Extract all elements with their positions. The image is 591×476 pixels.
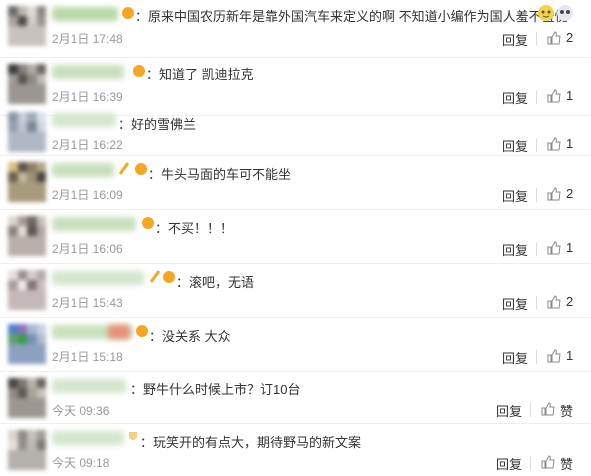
like-label[interactable]: 赞: [560, 454, 573, 473]
username[interactable]: [52, 431, 124, 445]
thumbs-up-icon[interactable]: [547, 31, 561, 45]
embarrassed-emoji-icon: [538, 5, 554, 21]
comment-text: ：没关系 大众: [149, 329, 231, 344]
comment-item: ：玩笑开的有点大，期待野马的新文案 今天 09:18 回复 赞: [0, 424, 591, 476]
comment-text: ：玩笑开的有点大，期待野马的新文案: [140, 435, 362, 450]
avatar[interactable]: [8, 64, 46, 104]
divider: [536, 90, 537, 104]
avatar[interactable]: [8, 378, 46, 418]
reply-button[interactable]: 回复: [502, 240, 528, 259]
comment-date: 今天 09:18: [52, 456, 110, 470]
reply-button[interactable]: 回复: [502, 136, 528, 155]
like-count[interactable]: 2: [566, 30, 573, 45]
divider: [536, 350, 537, 364]
comment-date: 2月1日 16:09: [52, 188, 123, 202]
comment-date: 2月1日 16:39: [52, 90, 123, 104]
divider: [536, 296, 537, 310]
avatar[interactable]: [8, 216, 46, 256]
reply-button[interactable]: 回复: [502, 30, 528, 49]
avatar[interactable]: [8, 112, 46, 152]
username[interactable]: [52, 379, 126, 393]
reply-button[interactable]: 回复: [496, 401, 522, 420]
comment-text: ：原来中国农历新年是靠外国汽车来定义的啊 不知道小编作为国人羞不羞愧: [135, 9, 568, 24]
like-count[interactable]: 1: [566, 348, 573, 363]
comment-text: ：野牛什么时候上市？订10台: [130, 382, 301, 397]
like-count[interactable]: 1: [566, 136, 573, 151]
thumbs-up-icon[interactable]: [547, 241, 561, 255]
thumbs-up-icon[interactable]: [541, 455, 555, 469]
comment-item: ：好的雪佛兰 2月1日 16:22 回复 1: [0, 106, 591, 156]
divider: [536, 32, 537, 46]
thumbs-up-icon[interactable]: [541, 402, 555, 416]
avatar[interactable]: [8, 270, 46, 310]
comment-date: 今天 09:36: [52, 404, 110, 418]
comment-date: 2月1日 16:06: [52, 242, 123, 256]
avatar[interactable]: [8, 324, 46, 364]
divider: [536, 188, 537, 202]
comment-item: ：牛头马面的车可不能坐 2月1日 16:09 回复 2: [0, 156, 591, 210]
username[interactable]: [52, 7, 118, 21]
mask-emoji-icon: [557, 5, 573, 21]
username[interactable]: [52, 113, 116, 127]
avatar[interactable]: [8, 430, 46, 470]
username[interactable]: [52, 163, 114, 177]
reply-button[interactable]: 回复: [496, 454, 522, 473]
comment-item: ：滚吧，无语 2月1日 15:43 回复 2: [0, 264, 591, 318]
divider: [530, 456, 531, 470]
username[interactable]: [52, 217, 136, 231]
avatar[interactable]: [8, 162, 46, 202]
divider: [536, 242, 537, 256]
divider: [536, 138, 537, 152]
comment-text: ：不买！！！: [155, 221, 234, 236]
thumbs-up-icon[interactable]: [547, 89, 561, 103]
reply-button[interactable]: 回复: [502, 186, 528, 205]
username[interactable]: [52, 65, 124, 79]
divider: [530, 403, 531, 417]
reply-button[interactable]: 回复: [502, 294, 528, 313]
comment-item: ：野牛什么时候上市？订10台 今天 09:36 回复 赞: [0, 372, 591, 424]
comment-date: 2月1日 15:18: [52, 350, 123, 364]
thumbs-up-icon[interactable]: [547, 349, 561, 363]
comment-text: ：好的雪佛兰: [118, 117, 197, 132]
username[interactable]: [52, 271, 144, 285]
thumbs-up-icon[interactable]: [547, 137, 561, 151]
comment-text: ：牛头马面的车可不能坐: [148, 167, 292, 182]
comment-item: ：原来中国农历新年是靠外国汽车来定义的啊 不知道小编作为国人羞不羞愧 2月1日 …: [0, 0, 591, 58]
username-decoration: [108, 325, 130, 339]
like-count[interactable]: 2: [566, 294, 573, 309]
comment-date: 2月1日 15:43: [52, 296, 123, 310]
reply-button[interactable]: 回复: [502, 88, 528, 107]
comment-text: ：知道了 凯迪拉克: [146, 67, 254, 82]
comment-text: ：滚吧，无语: [176, 275, 255, 290]
comment-date: 2月1日 17:48: [52, 32, 123, 46]
avatar[interactable]: [8, 6, 46, 46]
comment-date: 2月1日 16:22: [52, 138, 123, 152]
comment-item: ：不买！！！ 2月1日 16:06 回复 1: [0, 210, 591, 264]
comment-item: ：没关系 大众 2月1日 15:18 回复 1: [0, 318, 591, 372]
thumbs-up-icon[interactable]: [547, 295, 561, 309]
like-count[interactable]: 1: [566, 88, 573, 103]
thumbs-up-icon[interactable]: [547, 187, 561, 201]
like-label[interactable]: 赞: [560, 401, 573, 420]
like-count[interactable]: 1: [566, 240, 573, 255]
like-count[interactable]: 2: [566, 186, 573, 201]
reply-button[interactable]: 回复: [502, 348, 528, 367]
